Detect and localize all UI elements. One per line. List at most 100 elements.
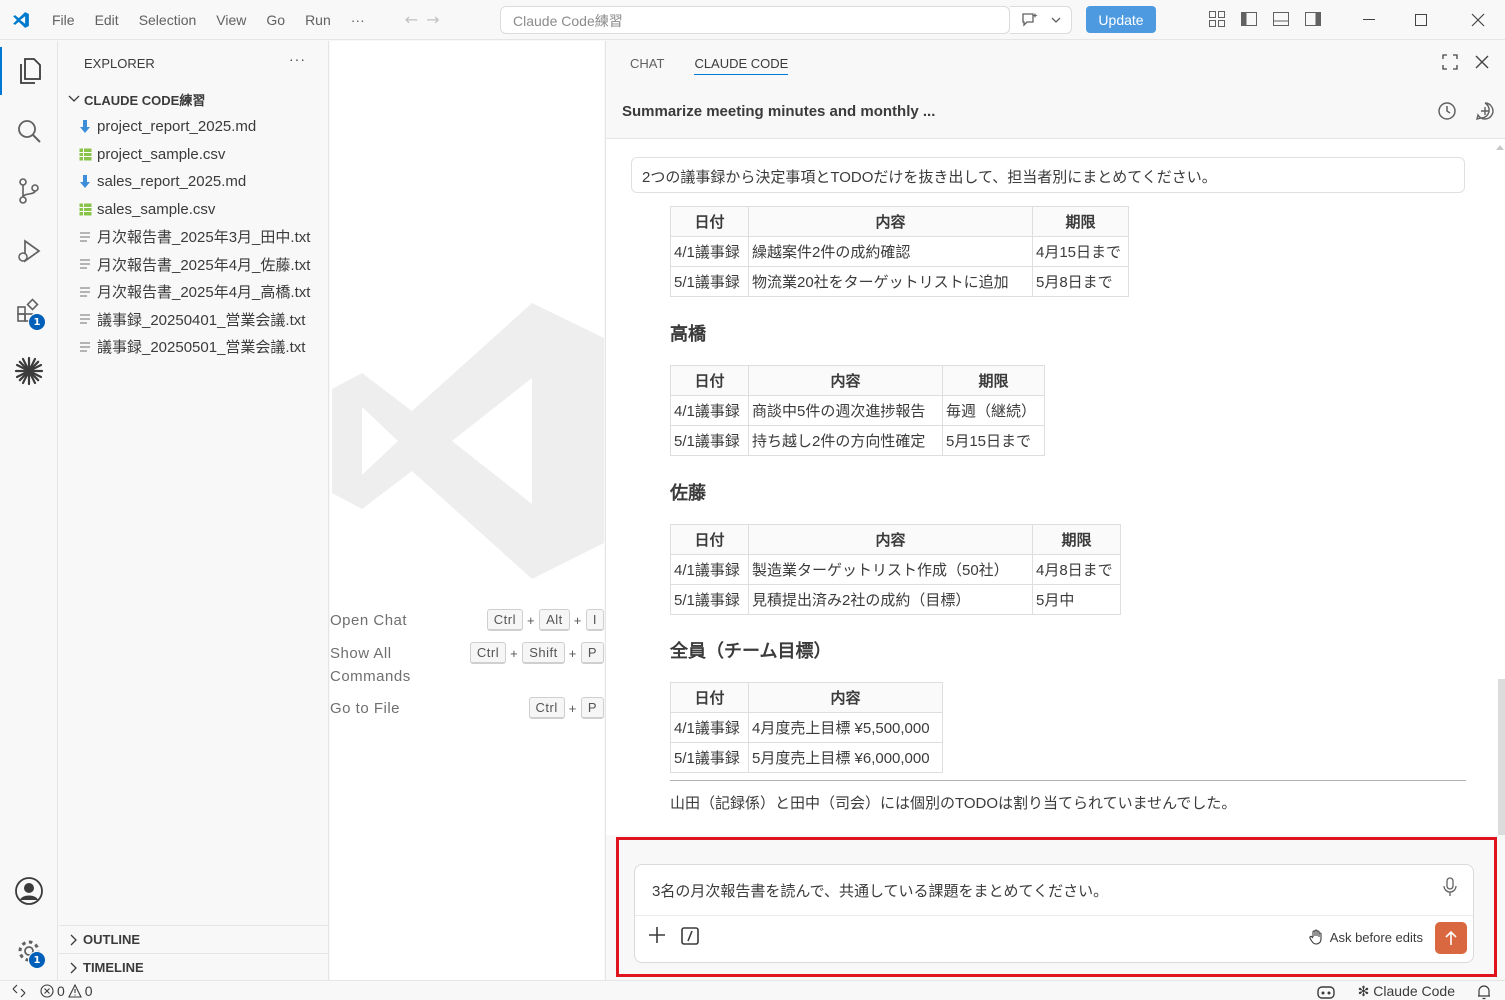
back-arrow-icon[interactable]: ← [405, 10, 418, 29]
nav-arrows: ← → [405, 10, 440, 29]
timeline-label: TIMELINE [83, 960, 144, 975]
table-top: 日付 内容 期限 4/1議事録 繰越案件2件の成約確認 4月15日まで 5/1議事録 物流… [670, 206, 1129, 297]
panel-actions [1441, 53, 1491, 71]
menu-view[interactable]: View [206, 12, 256, 28]
timeline-section[interactable]: TIMELINE [59, 953, 329, 981]
chevron-right-icon [65, 934, 83, 946]
shortcut-keys: Ctrl + Shift + P [469, 642, 604, 664]
run-debug-icon[interactable] [0, 227, 58, 275]
section-heading-all: 全員（チーム目標） [670, 641, 832, 661]
file-name: 議事録_20250501_営業会議.txt [97, 339, 306, 357]
slash-command-icon[interactable] [681, 927, 699, 945]
prompt-input-text[interactable]: 3名の月次報告書を読んで、共通している課題をまとめてください。 [652, 880, 1108, 901]
toggle-secondary-sidebar-icon[interactable] [1302, 8, 1324, 30]
claude-code-status[interactable]: ✻ Claude Code [1358, 983, 1455, 1000]
file-item[interactable]: sales_report_2025.md [59, 168, 328, 196]
file-item[interactable]: project_sample.csv [59, 141, 328, 169]
update-button[interactable]: Update [1086, 6, 1156, 33]
shortcut-go-to-file: Go to File Ctrl + P [330, 697, 604, 720]
remote-icon[interactable] [12, 984, 26, 998]
file-name: 月次報告書_2025年4月_佐藤.txt [97, 256, 311, 274]
table-row: 5/1議事録 5月度売上目標 ¥6,000,000 [670, 742, 943, 773]
command-center-search[interactable]: Claude Code練習 [500, 6, 1010, 34]
file-name: 月次報告書_2025年3月_田中.txt [97, 229, 311, 247]
explorer-more-icon[interactable]: ··· [289, 51, 306, 67]
section-heading-takahashi: 高橋 [670, 324, 706, 344]
menu-edit[interactable]: Edit [85, 12, 129, 28]
error-icon [40, 984, 54, 998]
forward-arrow-icon[interactable]: → [426, 10, 439, 29]
minimize-icon[interactable] [1346, 0, 1392, 40]
close-window-icon[interactable] [1455, 0, 1501, 40]
outline-section[interactable]: OUTLINE [59, 925, 329, 953]
copilot-icon[interactable] [1316, 984, 1336, 1000]
history-icon[interactable] [1437, 101, 1457, 121]
editor-empty-area[interactable]: Open Chat Ctrl + Alt + I Show All Commands… [330, 41, 604, 980]
file-item[interactable]: sales_sample.csv [59, 196, 328, 224]
search-icon[interactable] [0, 107, 58, 155]
settings-badge: 1 [28, 951, 46, 969]
file-item[interactable]: 月次報告書_2025年4月_佐藤.txt [59, 251, 328, 279]
csv-icon [75, 145, 95, 163]
tab-claude-code[interactable]: CLAUDE CODE [694, 52, 789, 75]
microphone-icon[interactable] [1443, 877, 1457, 897]
csv-icon [75, 200, 95, 218]
key: Alt [539, 609, 570, 631]
account-icon[interactable] [0, 867, 58, 915]
table-takahashi: 日付 内容 期限 4/1議事録 商談中5件の週次進捗報告 毎週（継続） 5/1議事録 持ち… [670, 365, 1045, 456]
claude-icon[interactable] [0, 347, 58, 395]
file-item[interactable]: 月次報告書_2025年4月_高橋.txt [59, 278, 328, 306]
explorer-activity-icon[interactable] [0, 47, 58, 95]
chat-toggle[interactable] [1010, 6, 1072, 34]
folder-header[interactable]: CLAUDE CODE練習 [59, 85, 328, 113]
ask-mode-toggle[interactable]: Ask before edits [1308, 929, 1423, 945]
toggle-panel-icon[interactable] [1270, 8, 1292, 30]
status-bar: 0 0 ✻ Claude Code [0, 980, 1505, 1000]
customize-layout-icon[interactable] [1206, 8, 1228, 30]
maximize-icon[interactable] [1398, 0, 1444, 40]
send-button[interactable] [1435, 922, 1467, 954]
chevron-down-icon[interactable] [1051, 16, 1061, 24]
file-item[interactable]: 議事録_20250401_営業会議.txt [59, 306, 328, 334]
menu-more[interactable]: ··· [341, 12, 375, 28]
shortcut-keys: Ctrl + Alt + I [486, 609, 604, 631]
ask-mode-label: Ask before edits [1329, 929, 1423, 945]
file-name: 月次報告書_2025年4月_高橋.txt [97, 284, 311, 302]
panel-tabs: CHAT CLAUDE CODE [606, 41, 1505, 85]
file-name: project_report_2025.md [97, 118, 257, 136]
chat-sparkle-icon[interactable] [1021, 12, 1039, 28]
menu-selection[interactable]: Selection [129, 12, 207, 28]
table-all: 日付 内容 4/1議事録 4月度売上目標 ¥5,500,000 5/1議事録 5月度売… [670, 682, 943, 773]
menu-go[interactable]: Go [256, 12, 295, 28]
scroll-up-arrow-icon[interactable] [1496, 145, 1504, 150]
extensions-badge: 1 [28, 313, 46, 331]
toggle-primary-sidebar-icon[interactable] [1238, 8, 1260, 30]
settings-gear-icon[interactable]: 1 [0, 927, 58, 975]
tab-chat[interactable]: CHAT [630, 56, 664, 71]
menu-file[interactable]: File [42, 12, 85, 28]
text-file-icon [75, 338, 95, 356]
outline-label: OUTLINE [83, 932, 141, 947]
source-control-icon[interactable] [0, 167, 58, 215]
file-item[interactable]: 議事録_20250501_営業会議.txt [59, 333, 328, 361]
menu-run[interactable]: Run [295, 12, 341, 28]
text-file-icon [75, 228, 95, 246]
hand-icon [1309, 929, 1322, 945]
table-row: 5/1議事録 物流業20社をターゲットリストに追加 5月8日まで [670, 266, 1129, 297]
scrollbar-thumb[interactable] [1498, 679, 1505, 835]
explorer-sidebar: EXPLORER ··· CLAUDE CODE練習 project_repor… [59, 41, 329, 980]
file-item[interactable]: 月次報告書_2025年3月_田中.txt [59, 223, 328, 251]
conversation-area[interactable]: 2つの議事録から決定事項とTODOだけを抜き出して、担当者別にまとめてください。… [606, 139, 1505, 835]
extensions-icon[interactable]: 1 [0, 287, 58, 335]
shortcut-label: Go to File [330, 700, 401, 717]
divider [670, 780, 1466, 781]
add-context-icon[interactable] [647, 925, 667, 945]
new-session-icon[interactable] [1475, 101, 1495, 121]
notifications-bell-icon[interactable] [1477, 984, 1491, 1000]
problems-indicator[interactable]: 0 0 [40, 983, 93, 999]
file-item[interactable]: project_report_2025.md [59, 113, 328, 141]
close-panel-icon[interactable] [1473, 53, 1491, 71]
prompt-input-area: 3名の月次報告書を読んで、共通している課題をまとめてください。 Ask befo… [606, 835, 1505, 980]
prompt-input[interactable]: 3名の月次報告書を読んで、共通している課題をまとめてください。 Ask befo… [634, 864, 1474, 963]
maximize-panel-icon[interactable] [1441, 53, 1459, 71]
